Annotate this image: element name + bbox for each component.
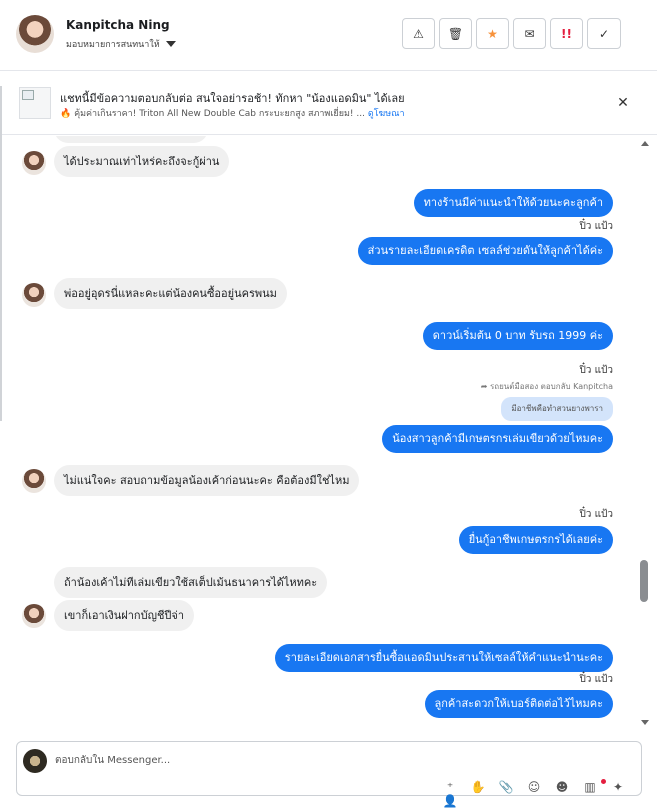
scroll-down-icon[interactable]: [641, 720, 649, 725]
ad-thumbnail: [19, 87, 51, 119]
outgoing-message[interactable]: ทางร้านมีค่าแนะนำให้ด้วยนะคะลูกค้า: [413, 189, 613, 217]
incoming-message[interactable]: ถ้าน้องเค้าไม่ทีเล่มเขียวใช้สเต็ปเม้นธนา…: [54, 567, 328, 598]
magic-icon[interactable]: ✦: [609, 780, 627, 808]
view-ad-link[interactable]: ดูโฆษณา: [368, 109, 405, 119]
contact-avatar-small: [22, 469, 46, 493]
banner-ad-text: 🔥 คุ้มค่าเกินราคา! Triton All New Double…: [60, 109, 365, 119]
add-person-icon[interactable]: ⁺👤: [441, 780, 459, 808]
sender-label: ปิ๋ว แป้ว: [579, 221, 613, 232]
report-button[interactable]: ⚠: [402, 18, 435, 49]
hand-icon[interactable]: ✋: [469, 780, 487, 808]
incoming-message[interactable]: เขาก็เอาเงินฝากบัญชีปีจ่า: [54, 600, 195, 631]
attach-icon[interactable]: 📎: [497, 780, 515, 808]
assign-dropdown[interactable]: มอบหมายการสนทนาให้: [66, 37, 176, 51]
saved-reply-icon[interactable]: ▥: [581, 780, 599, 808]
banner-subtitle: 🔥 คุ้มค่าเกินราคา! Triton All New Double…: [60, 106, 405, 120]
sender-label: ปิ๋ว แป้ว: [579, 365, 613, 376]
chat-thread[interactable]: ได้ประมาณเท่าไหร่คะถึงจะกู้ผ่าน ทางร้านม…: [0, 136, 635, 734]
outgoing-message[interactable]: ดาวน์เริ่มต้น 0 บาท รับรถ 1999 ค่ะ: [422, 322, 613, 350]
chat-scrollbar[interactable]: [639, 136, 651, 734]
conversation-header: Kanpitcha Ning มอบหมายการสนทนาให้ ⚠ 🗑 ★ …: [0, 0, 657, 71]
star-icon: ★: [487, 26, 498, 41]
star-button[interactable]: ★: [476, 18, 509, 49]
outgoing-message[interactable]: น้องสาวลูกค้ามีเกษตรกรเล่มเขียวด้วยไหมคะ: [382, 425, 613, 453]
header-actions: ⚠ 🗑 ★ ✉ !! ✓: [402, 18, 621, 49]
contact-avatar-small: [22, 604, 46, 628]
trash-icon: 🗑: [447, 26, 464, 41]
outgoing-message[interactable]: ลูกค้าสะดวกให้เบอร์ติดต่อไว้ไหมคะ: [424, 690, 613, 718]
composer-tools: ⁺👤 ✋ 📎 ☺ ☻ ▥ ✦: [441, 780, 627, 808]
ad-banner: แชทนี้มีข้อความตอบกลับต่อ สนใจอย่ารอช้า!…: [0, 71, 657, 135]
contact-name[interactable]: Kanpitcha Ning: [66, 18, 170, 32]
contact-avatar-small: [22, 283, 46, 307]
face-icon[interactable]: ☻: [553, 780, 571, 808]
assign-label: มอบหมายการสนทนาให้: [66, 40, 160, 50]
sender-label: ปิ๋ว แป้ว: [579, 509, 613, 520]
reply-composer: ตอบกลับใน Messenger... ⁺👤 ✋ 📎 ☺ ☻ ▥ ✦: [16, 741, 642, 808]
banner-title: แชทนี้มีข้อความตอบกลับต่อ สนใจอย่ารอช้า!…: [60, 92, 405, 105]
incoming-message[interactable]: พ่ออยู่อุดรนี่แหละคะแต่น้องคนซื้ออยู่นคร…: [54, 278, 287, 309]
notification-dot: [601, 779, 606, 784]
contact-avatar-small: [22, 151, 46, 175]
message-bubble-partial: [54, 136, 208, 143]
emoji-icon[interactable]: ☺: [525, 780, 543, 808]
close-icon[interactable]: ✕: [614, 95, 632, 111]
incoming-message[interactable]: ไม่แน่ใจคะ สอบถามข้อมูลน้องเค้าก่อนนะคะ …: [54, 465, 360, 496]
caret-down-icon: [165, 41, 176, 47]
reply-input[interactable]: ตอบกลับใน Messenger...: [55, 753, 170, 768]
mail-icon: ✉: [524, 26, 535, 41]
mark-unread-button[interactable]: ✉: [513, 18, 546, 49]
reply-note: ➦ รถยนต์มือสอง ตอบกลับ Kanpitcha: [480, 382, 613, 391]
scrollbar-thumb[interactable]: [640, 560, 648, 602]
incoming-message[interactable]: ได้ประมาณเท่าไหร่คะถึงจะกู้ผ่าน: [54, 146, 230, 177]
quoted-message[interactable]: มีอาชีพคือทำสวนยางพารา: [501, 397, 613, 421]
outgoing-message[interactable]: ยื่นกู้อาชีพเกษตรกรได้เลยค่ะ: [458, 526, 613, 554]
spam-button[interactable]: !!: [550, 18, 583, 49]
delete-button[interactable]: 🗑: [439, 18, 472, 49]
outgoing-message[interactable]: รายละเอียดเอกสารยื่นซื้อแอดมินประสานให้เ…: [274, 644, 613, 672]
outgoing-message[interactable]: ส่วนรายละเอียดเครดิต เซลล์ช่วยดันให้ลูกค…: [357, 237, 613, 265]
warning-icon: ⚠: [413, 26, 424, 41]
page-avatar: [23, 749, 47, 773]
spam-icon: !!: [561, 26, 572, 41]
contact-avatar[interactable]: [16, 15, 54, 53]
check-icon: ✓: [598, 26, 610, 41]
scroll-up-icon[interactable]: [641, 141, 649, 146]
sender-label: ปิ๋ว แป้ว: [579, 674, 613, 685]
done-button[interactable]: ✓: [587, 18, 621, 49]
